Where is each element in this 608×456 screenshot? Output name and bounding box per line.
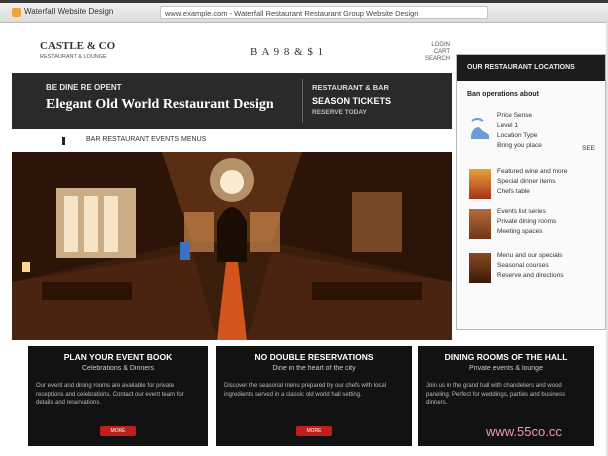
list-item[interactable]: Featured wine and more Special dinner it… — [467, 167, 599, 203]
browser-toolbar: Waterfall Website Design www.example.com… — [0, 0, 608, 23]
shoe-icon — [471, 118, 489, 139]
promo-body: Discover the seasonal menu prepared by o… — [224, 383, 387, 398]
panel-section-title: Ban operations about — [467, 91, 539, 98]
promo-subtitle: Celebrations & Dinners — [82, 365, 154, 372]
hero-banner: BE DINE RE OPENT Elegant Old World Resta… — [12, 73, 452, 129]
panel-header: OUR RESTAURANT LOCATIONS — [457, 55, 605, 81]
hero-kicker: BE DINE RE OPENT — [46, 83, 122, 92]
hero-right: RESTAURANT & BAR SEASON TICKETS RESERVE … — [312, 83, 442, 116]
locations-panel: OUR RESTAURANT LOCATIONS Ban operations … — [456, 54, 606, 330]
hero-right-line-1: RESTAURANT & BAR — [312, 83, 389, 92]
promo-title: PLAN YOUR EVENT BOOK — [63, 352, 173, 362]
util-link-login[interactable]: LOGIN — [400, 42, 450, 49]
item-text: Events list series Private dining rooms … — [497, 207, 597, 237]
logo-name: CASTLE & CO — [40, 40, 116, 52]
subnav-marker-icon — [62, 137, 65, 145]
promo-subtitle: Private events & lounge — [469, 365, 543, 372]
utility-links: LOGIN CART SEARCH — [400, 42, 450, 64]
item-line: Chefs table — [497, 188, 530, 195]
promo-body: Join us in the grand hall with chandelie… — [426, 383, 566, 406]
sub-navigation: BAR RESTAURANT EVENTS MENUS — [12, 134, 452, 148]
subnav-links[interactable]: BAR RESTAURANT EVENTS MENUS — [86, 136, 206, 143]
item-text: Featured wine and more Special dinner it… — [497, 167, 597, 197]
more-button[interactable]: MORE — [296, 426, 332, 436]
item-line: Meeting spaces — [497, 228, 543, 235]
see-link[interactable]: SEE — [582, 145, 595, 152]
list-item[interactable]: Price Sense Level 1 Location Type Bring … — [467, 111, 599, 152]
promo-card: NO DOUBLE RESERVATIONS Dine in the heart… — [216, 346, 412, 446]
item-line: Seasonal courses — [497, 262, 549, 269]
site-logo[interactable]: CASTLE & CO RESTAURANT & LOUNGE — [40, 40, 116, 66]
util-link-search[interactable]: SEARCH — [400, 56, 450, 63]
hero-right-line-3[interactable]: RESERVE TODAY — [312, 109, 442, 116]
item-line: Featured wine and more — [497, 168, 568, 175]
item-line: Price Sense — [497, 112, 533, 119]
item-line: Reserve and directions — [497, 272, 564, 279]
more-button[interactable]: MORE — [100, 426, 136, 436]
hero-left: BE DINE RE OPENT Elegant Old World Resta… — [46, 83, 296, 113]
item-line: Private dining rooms — [497, 218, 557, 225]
promo-body: Our event and dining rooms are available… — [36, 383, 184, 406]
hall-photo — [12, 152, 452, 340]
item-line: Location Type — [497, 132, 538, 139]
hero-title: Elegant Old World Restaurant Design — [46, 97, 274, 112]
hero-divider — [302, 79, 303, 123]
util-link-cart[interactable]: CART — [400, 49, 450, 56]
item-line: Menu and our specials — [497, 252, 563, 259]
window-top-strip — [0, 0, 608, 3]
favicon-icon — [12, 8, 21, 17]
address-bar[interactable]: www.example.com - Waterfall Restaurant R… — [160, 6, 488, 19]
promo-title: NO DOUBLE RESERVATIONS — [254, 352, 374, 362]
logo-tagline: RESTAURANT & LOUNGE — [40, 54, 107, 60]
promo-title: DINING ROOMS OF THE HALL — [444, 352, 568, 362]
top-navigation[interactable]: B A 9 8 & $ 1 — [250, 46, 360, 62]
item-line: Special dinner items — [497, 178, 556, 185]
watermark: www.55co.cc — [486, 424, 562, 439]
hall-illustration — [12, 152, 452, 340]
thumbnail-image — [469, 169, 491, 199]
thumbnail-image — [469, 253, 491, 283]
list-item[interactable]: Events list series Private dining rooms … — [467, 207, 599, 243]
promo-card: PLAN YOUR EVENT BOOK Celebrations & Dinn… — [28, 346, 208, 446]
list-item[interactable]: Menu and our specials Seasonal courses R… — [467, 251, 599, 287]
item-text: Menu and our specials Seasonal courses R… — [497, 251, 597, 281]
item-line: Events list series — [497, 208, 546, 215]
thumbnail-image — [469, 209, 491, 239]
item-line: Level 1 — [497, 122, 518, 129]
promo-subtitle: Dine in the heart of the city — [272, 365, 356, 372]
browser-tab[interactable]: Waterfall Website Design — [24, 7, 154, 19]
hero-right-line-2[interactable]: SEASON TICKETS — [312, 96, 442, 106]
